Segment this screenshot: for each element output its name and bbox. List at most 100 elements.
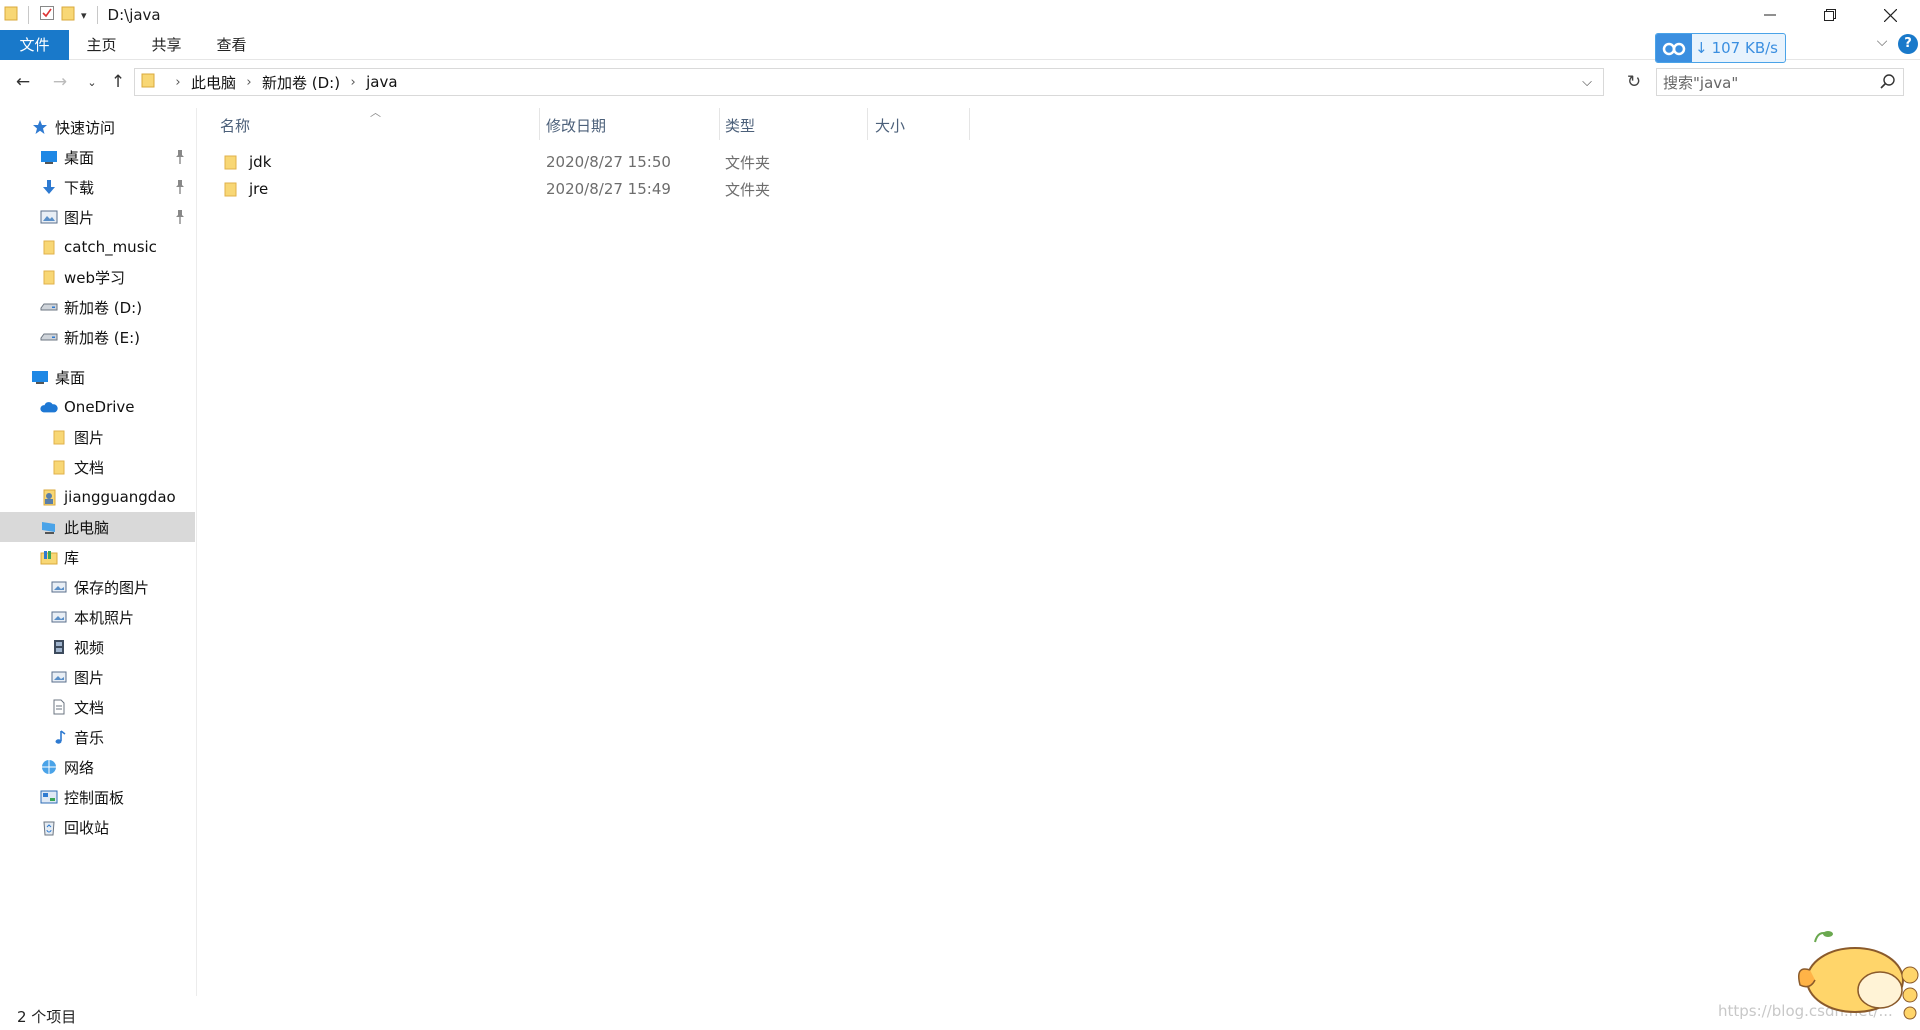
pin-icon[interactable] (173, 209, 187, 225)
file-name: jdk (249, 153, 272, 171)
column-header-size[interactable]: 大小 (875, 110, 965, 140)
camera-roll-icon (50, 608, 68, 626)
recent-locations-button[interactable]: ⌄ (80, 70, 104, 94)
nav-music[interactable]: 音乐 (0, 722, 195, 752)
customize-toolbar-icon[interactable]: ▾ (81, 9, 87, 22)
tab-share[interactable]: 共享 (134, 30, 199, 60)
toolbar-divider (96, 6, 98, 24)
toolbar-divider (28, 6, 29, 24)
chevron-right-icon[interactable]: › (346, 75, 360, 90)
column-header-date[interactable]: 修改日期 (546, 110, 716, 140)
nav-desktop[interactable]: 桌面 (0, 142, 195, 172)
drive-icon (40, 298, 58, 316)
nav-desktop-root[interactable]: 桌面 (0, 362, 195, 392)
nav-camera-roll[interactable]: 本机照片 (0, 602, 195, 632)
nav-item-label: 图片 (74, 428, 105, 447)
nav-drive-d[interactable]: 新加卷 (D:) (0, 292, 195, 322)
file-name-cell: jdk (215, 149, 271, 175)
nav-item-label: OneDrive (64, 398, 135, 416)
title-bar: ▾ D:\java (0, 0, 1920, 30)
column-header-label: 大小 (875, 116, 906, 135)
minimize-button[interactable] (1740, 0, 1800, 30)
nav-item-label: 此电脑 (64, 518, 110, 537)
nav-recycle-bin[interactable]: 回收站 (0, 812, 195, 842)
address-row: ← → ⌄ ↑ › 此电脑 › 新加卷 (D:) › java ⌵ ↻ 搜索"j… (0, 66, 1920, 98)
pane-divider[interactable] (196, 108, 197, 996)
nav-onedrive-documents[interactable]: 文档 (0, 452, 195, 482)
nav-pictures[interactable]: 图片 (0, 202, 195, 232)
column-divider[interactable] (719, 108, 720, 140)
column-header-type[interactable]: 类型 (725, 110, 865, 140)
expand-ribbon-icon[interactable]: ⌵ (1871, 34, 1893, 56)
tab-file[interactable]: 文件 (0, 30, 69, 60)
nav-user-folder[interactable]: jiangguangdao (0, 482, 195, 512)
documents-icon (50, 698, 68, 716)
nav-control-panel[interactable]: 控制面板 (0, 782, 195, 812)
refresh-button[interactable]: ↻ (1620, 69, 1648, 95)
column-divider[interactable] (867, 108, 868, 140)
download-speed: 107 KB/s (1711, 39, 1778, 57)
file-modified: 2020/8/27 15:50 (546, 153, 671, 171)
nav-item-label: 桌面 (64, 148, 95, 167)
nav-saved-pictures[interactable]: 保存的图片 (0, 572, 195, 602)
ribbon-tabs: 文件 主页 共享 查看 ↓ 107 KB/s ⌵ ? (0, 30, 1920, 63)
nav-item-label: web学习 (64, 268, 126, 287)
this-pc-icon (40, 518, 58, 536)
saved-pictures-icon (50, 578, 68, 596)
download-icon (40, 178, 58, 196)
pin-icon[interactable] (173, 149, 187, 165)
nav-item-label: 本机照片 (74, 608, 135, 627)
properties-icon[interactable] (39, 5, 55, 25)
search-icon[interactable] (1879, 73, 1897, 91)
chevron-right-icon[interactable]: › (242, 75, 256, 90)
nav-onedrive-pictures[interactable]: 图片 (0, 422, 195, 452)
pin-icon[interactable] (173, 179, 187, 195)
nav-videos[interactable]: 视频 (0, 632, 195, 662)
nav-this-pc[interactable]: 此电脑 (0, 512, 195, 542)
nav-library-documents[interactable]: 文档 (0, 692, 195, 722)
nav-downloads[interactable]: 下载 (0, 172, 195, 202)
nav-quick-access[interactable]: 快速访问 (0, 112, 195, 142)
close-button[interactable] (1860, 0, 1920, 30)
onedrive-icon (40, 398, 58, 416)
file-row[interactable]: jre 2020/8/27 15:49 文件夹 (215, 176, 975, 202)
address-dropdown-icon[interactable]: ⌵ (1573, 69, 1601, 95)
nav-item-label: 库 (64, 548, 80, 567)
new-folder-icon[interactable] (61, 5, 75, 25)
search-input[interactable]: 搜索"java" (1656, 68, 1904, 96)
star-icon (31, 118, 49, 136)
file-modified: 2020/8/27 15:49 (546, 180, 671, 198)
file-row[interactable]: jdk 2020/8/27 15:50 文件夹 (215, 149, 975, 175)
drive-icon (40, 328, 58, 346)
tab-home[interactable]: 主页 (69, 30, 134, 60)
nav-library-pictures[interactable]: 图片 (0, 662, 195, 692)
breadcrumb: › 此电脑 › 新加卷 (D:) › java (165, 72, 397, 93)
search-placeholder: 搜索"java" (1663, 73, 1739, 92)
nav-item-label: 图片 (74, 668, 105, 687)
pictures-icon (40, 208, 58, 226)
up-button[interactable]: ↑ (106, 70, 130, 94)
nav-libraries[interactable]: 库 (0, 542, 195, 572)
column-divider[interactable] (969, 108, 970, 140)
mascot-sticker-image (1770, 910, 1920, 1020)
folder-icon (141, 72, 155, 92)
folder-icon (40, 238, 58, 256)
breadcrumb-item[interactable]: 新加卷 (D:) (262, 72, 340, 93)
breadcrumb-item[interactable]: 此电脑 (191, 72, 236, 93)
address-bar[interactable]: › 此电脑 › 新加卷 (D:) › java ⌵ (134, 68, 1604, 96)
nav-web-study[interactable]: web学习 (0, 262, 195, 292)
nav-drive-e[interactable]: 新加卷 (E:) (0, 322, 195, 352)
back-button[interactable]: ← (11, 70, 35, 94)
breadcrumb-item[interactable]: java (366, 73, 397, 91)
tab-view[interactable]: 查看 (199, 30, 264, 60)
nav-item-label: 保存的图片 (74, 578, 150, 597)
nav-network[interactable]: 网络 (0, 752, 195, 782)
help-icon[interactable]: ? (1898, 34, 1918, 54)
restore-button[interactable] (1800, 0, 1860, 30)
nav-onedrive[interactable]: OneDrive (0, 392, 195, 422)
forward-button[interactable]: → (48, 70, 72, 94)
column-divider[interactable] (539, 108, 540, 140)
nav-item-label: 视频 (74, 638, 105, 657)
download-speed-widget[interactable]: ↓ 107 KB/s (1655, 33, 1786, 63)
nav-catch-music[interactable]: catch_music (0, 232, 195, 262)
